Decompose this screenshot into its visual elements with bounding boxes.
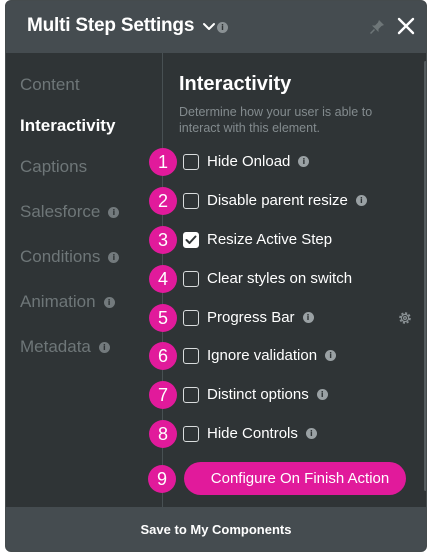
info-icon[interactable]: i — [217, 22, 228, 33]
sidebar-item-label: Conditions — [20, 247, 101, 266]
panel-header: Multi Step Settings i — [6, 1, 426, 53]
option-distinct-options: 7 Distinct options i — [149, 381, 426, 409]
configure-finish-action-button[interactable]: Configure On Finish Action — [184, 462, 406, 495]
settings-panel: Multi Step Settings i Content Interactiv… — [5, 0, 427, 552]
sidebar-item-label: Captions — [20, 157, 88, 176]
close-icon[interactable] — [396, 16, 416, 36]
info-icon[interactable]: i — [302, 312, 314, 323]
step-badge: 4 — [149, 265, 177, 293]
option-label-wrap: Distinct options i — [207, 386, 328, 403]
sidebar-item-conditions[interactable]: Conditions i — [20, 247, 120, 267]
option-label: Distinct options — [207, 386, 309, 403]
option-label-wrap: Hide Controls i — [207, 425, 317, 442]
step-badge: 9 — [148, 465, 176, 493]
panel-title: Multi Step Settings — [27, 15, 195, 36]
hide-onload-checkbox[interactable] — [183, 154, 199, 170]
option-label: Ignore validation — [207, 347, 318, 364]
option-clear-styles: 4 Clear styles on switch — [149, 265, 426, 293]
sidebar-item-salesforce[interactable]: Salesforce i — [20, 202, 120, 222]
sidebar-item-label: Animation — [20, 292, 96, 311]
resize-active-step-checkbox[interactable] — [183, 232, 199, 248]
info-icon[interactable]: i — [325, 350, 337, 361]
distinct-options-checkbox[interactable] — [183, 387, 199, 403]
progress-bar-checkbox[interactable] — [183, 310, 199, 326]
sidebar-item-label: Metadata — [20, 337, 91, 356]
settings-content: Interactivity Determine how your user is… — [149, 53, 426, 509]
option-label-wrap: Clear styles on switch — [207, 270, 352, 287]
option-progress-bar: 5 Progress Bar i — [149, 304, 426, 332]
option-label-wrap: Hide Onload i — [207, 153, 310, 170]
info-icon[interactable]: i — [108, 251, 120, 263]
option-label: Resize Active Step — [207, 231, 333, 248]
sidebar-item-content[interactable]: Content — [20, 75, 80, 95]
scrollbar[interactable] — [424, 61, 426, 491]
save-to-my-components-button[interactable]: Save to My Components — [6, 507, 426, 551]
settings-sidebar: Content Interactivity Captions Salesforc… — [6, 53, 163, 509]
sidebar-item-interactivity[interactable]: Interactivity — [20, 116, 115, 136]
hide-controls-checkbox[interactable] — [183, 426, 199, 442]
title-dropdown[interactable]: Multi Step Settings — [27, 15, 216, 37]
chevron-down-icon — [203, 23, 216, 30]
info-icon[interactable]: i — [103, 296, 115, 308]
option-hide-onload: 1 Hide Onload i — [149, 148, 426, 176]
info-icon[interactable]: i — [298, 156, 310, 167]
gear-icon[interactable] — [397, 310, 413, 326]
step-badge: 6 — [149, 342, 177, 370]
option-resize-active-step: 3 Resize Active Step — [149, 226, 426, 254]
option-disable-parent-resize: 2 Disable parent resize i — [149, 187, 426, 215]
ignore-validation-checkbox[interactable] — [183, 348, 199, 364]
info-icon[interactable]: i — [305, 428, 317, 439]
info-icon[interactable]: i — [108, 206, 120, 218]
disable-parent-resize-checkbox[interactable] — [183, 193, 199, 209]
step-badge: 8 — [149, 420, 177, 448]
option-label-wrap: Progress Bar i — [207, 309, 314, 326]
step-badge: 1 — [149, 148, 177, 176]
option-label-wrap: Ignore validation i — [207, 347, 337, 364]
checkmark-icon — [185, 235, 197, 244]
pin-icon[interactable] — [369, 19, 385, 35]
option-hide-controls: 8 Hide Controls i — [149, 420, 426, 448]
option-label: Progress Bar — [207, 309, 295, 326]
option-label: Disable parent resize — [207, 192, 348, 209]
option-label: Hide Controls — [207, 425, 298, 442]
sidebar-item-captions[interactable]: Captions — [20, 157, 87, 177]
section-title: Interactivity — [179, 73, 292, 95]
option-label-wrap: Resize Active Step — [207, 231, 332, 248]
sidebar-item-label: Content — [20, 75, 80, 94]
sidebar-item-label: Interactivity — [20, 116, 116, 135]
step-badge: 7 — [149, 381, 177, 409]
option-label: Hide Onload — [207, 153, 291, 170]
option-label: Clear styles on switch — [207, 270, 353, 287]
sidebar-item-animation[interactable]: Animation i — [20, 292, 115, 312]
step-badge: 3 — [149, 226, 177, 254]
step-badge: 2 — [149, 187, 177, 215]
info-icon[interactable]: i — [98, 341, 110, 353]
info-icon[interactable]: i — [316, 389, 328, 400]
option-label-wrap: Disable parent resize i — [207, 192, 367, 209]
info-icon[interactable]: i — [355, 195, 367, 206]
clear-styles-checkbox[interactable] — [183, 271, 199, 287]
sidebar-item-metadata[interactable]: Metadata i — [20, 337, 110, 357]
section-description: Determine how your user is able to inter… — [179, 105, 373, 135]
step-badge: 5 — [149, 304, 177, 332]
sidebar-item-label: Salesforce — [20, 202, 101, 221]
option-ignore-validation: 6 Ignore validation i — [149, 342, 426, 370]
